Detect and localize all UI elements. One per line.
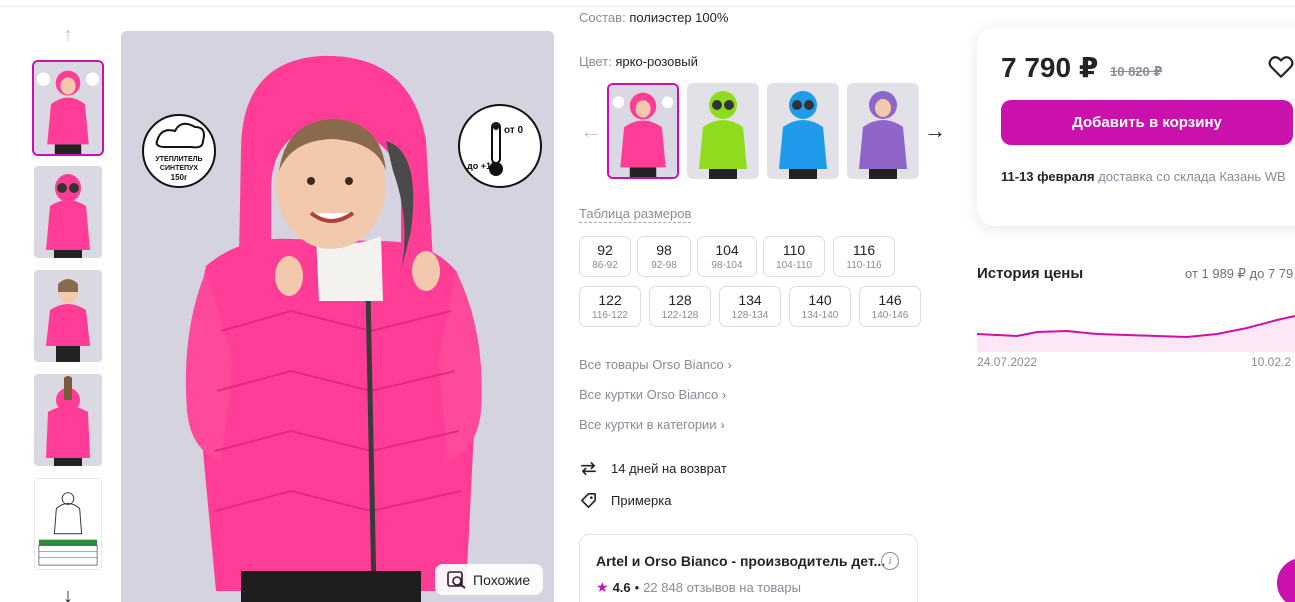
size-chip-140[interactable]: 140 134-140 bbox=[789, 286, 851, 327]
size-range: 92-98 bbox=[651, 259, 677, 271]
link-label: Все товары Orso Bianco bbox=[579, 357, 724, 372]
seller-card[interactable]: Artel и Orso Bianco - производитель дет.… bbox=[579, 534, 918, 602]
color-value: ярко-розовый bbox=[615, 54, 698, 69]
bullet-separator: • bbox=[634, 580, 640, 595]
seller-name[interactable]: Artel и Orso Bianco - производитель дет.… bbox=[596, 553, 885, 569]
tag-icon bbox=[581, 493, 596, 508]
price-history-title: История цены bbox=[977, 265, 1084, 282]
thumbnail-5[interactable] bbox=[34, 478, 102, 570]
similar-button-label: Похожие bbox=[473, 571, 531, 588]
color-label: Цвет: bbox=[579, 54, 612, 69]
return-arrows-icon bbox=[581, 461, 596, 476]
color-swatch-blue[interactable] bbox=[767, 83, 839, 179]
temperature-badge-top: от 0 bbox=[504, 125, 524, 136]
color-swatch-lime[interactable] bbox=[687, 83, 759, 179]
color-swatch-lilac[interactable] bbox=[847, 83, 919, 179]
size-value: 110 bbox=[782, 241, 806, 258]
thumbnail-2[interactable] bbox=[34, 166, 102, 258]
current-price: 7 790 ₽ bbox=[1001, 52, 1099, 83]
size-chip-134[interactable]: 134 128-134 bbox=[719, 286, 781, 327]
size-range: 98-104 bbox=[711, 259, 743, 271]
size-value: 140 bbox=[808, 291, 832, 308]
size-chip-110[interactable]: 110 104-110 bbox=[763, 236, 825, 277]
size-chip-98[interactable]: 98 92-98 bbox=[637, 236, 691, 277]
size-value: 116 bbox=[852, 241, 876, 258]
feature-fitting-label: Примерка bbox=[611, 493, 672, 508]
info-icon[interactable]: i bbox=[881, 552, 899, 570]
color-swatch-pink[interactable] bbox=[607, 83, 679, 179]
seller-review-count: 22 848 отзывов на товары bbox=[643, 580, 801, 595]
size-value: 98 bbox=[656, 241, 672, 258]
price-history-start-date: 24.07.2022 bbox=[977, 355, 1038, 369]
similar-button[interactable]: Похожие bbox=[435, 564, 543, 595]
header-divider bbox=[0, 6, 1295, 7]
size-chip-116[interactable]: 116 110-116 bbox=[833, 236, 895, 277]
size-range: 86-92 bbox=[592, 259, 618, 271]
thumbnail-1[interactable] bbox=[32, 60, 104, 156]
delivery-text: доставка со склада Казань WB bbox=[1098, 169, 1286, 184]
thumbnails-up-arrow-icon[interactable]: ↑ bbox=[55, 24, 81, 46]
color-line: Цвет: ярко-розовый bbox=[579, 54, 698, 69]
delivery-dates: 11-13 февраля bbox=[1001, 169, 1095, 184]
size-value: 104 bbox=[715, 241, 739, 258]
composition-label: Состав: bbox=[579, 10, 626, 25]
delivery-info: 11-13 февраля доставка со склада Казань … bbox=[1001, 167, 1291, 187]
size-table-link[interactable]: Таблица размеров bbox=[579, 206, 692, 223]
thumbnail-3[interactable] bbox=[34, 270, 102, 362]
heart-icon[interactable] bbox=[1268, 55, 1294, 79]
size-chip-122[interactable]: 122 116-122 bbox=[579, 286, 641, 327]
size-value: 92 bbox=[597, 241, 613, 258]
colors-next-arrow-icon[interactable]: → bbox=[922, 116, 948, 146]
price-history-end-date: 10.02.2 bbox=[1251, 355, 1292, 369]
chevron-right-icon: › bbox=[727, 358, 732, 372]
composition-line: Состав: полиэстер 100% bbox=[579, 10, 728, 25]
main-product-photo[interactable]: УТЕПЛИТЕЛЬ СИНТЕПУХ 150г от 0 до +15 bbox=[121, 31, 554, 602]
composition-value: полиэстер 100% bbox=[629, 10, 729, 25]
size-chip-146[interactable]: 146 140-146 bbox=[859, 286, 921, 327]
temperature-badge-bottom: до +15 bbox=[467, 161, 496, 171]
old-price: 10 820 ₽ bbox=[1110, 64, 1163, 79]
add-to-cart-button[interactable]: Добавить в корзину bbox=[1001, 100, 1293, 145]
insulation-badge-line3: 150г bbox=[171, 173, 188, 182]
link-all-category-jackets[interactable]: Все куртки в категории › bbox=[579, 417, 725, 432]
size-chip-104[interactable]: 104 98-104 bbox=[697, 236, 757, 277]
size-range: 134-140 bbox=[801, 309, 839, 321]
size-range: 116-122 bbox=[592, 309, 628, 321]
size-value: 122 bbox=[598, 291, 622, 308]
link-all-brand-jackets[interactable]: Все куртки Orso Bianco › bbox=[579, 387, 726, 402]
seller-rating: ★ 4.6 • 22 848 отзывов на товары bbox=[596, 579, 801, 596]
price-card: 7 790 ₽ 10 820 ₽ Добавить в корзину 11-1… bbox=[977, 27, 1295, 226]
link-label: Все куртки Orso Bianco bbox=[579, 387, 719, 402]
size-chip-92[interactable]: 92 86-92 bbox=[579, 236, 631, 277]
price-history-chart[interactable] bbox=[977, 290, 1295, 352]
insulation-badge-line2: СИНТЕПУХ bbox=[160, 165, 198, 172]
feature-return-label: 14 дней на возврат bbox=[611, 461, 727, 476]
seller-rating-value: 4.6 bbox=[612, 580, 631, 595]
size-range: 104-110 bbox=[776, 259, 812, 271]
star-icon: ★ bbox=[596, 579, 609, 595]
size-range: 122-128 bbox=[661, 309, 699, 321]
size-range: 128-134 bbox=[731, 309, 769, 321]
link-label: Все куртки в категории bbox=[579, 417, 717, 432]
feature-return: 14 дней на возврат bbox=[579, 459, 727, 478]
size-range: 140-146 bbox=[871, 309, 909, 321]
chevron-right-icon: › bbox=[720, 418, 725, 432]
size-range: 110-116 bbox=[846, 259, 882, 271]
chevron-right-icon: › bbox=[722, 388, 727, 402]
link-all-brand-products[interactable]: Все товары Orso Bianco › bbox=[579, 357, 732, 372]
similar-search-icon bbox=[447, 570, 466, 589]
size-chip-128[interactable]: 128 122-128 bbox=[649, 286, 711, 327]
price-history-range: от 1 989 ₽ до 7 79 bbox=[1185, 266, 1294, 281]
thumbnail-4[interactable] bbox=[34, 374, 102, 466]
insulation-badge-line1: УТЕПЛИТЕЛЬ bbox=[155, 156, 202, 163]
feature-fitting: Примерка bbox=[579, 491, 671, 510]
colors-prev-arrow-icon[interactable]: ← bbox=[578, 116, 604, 146]
size-value: 128 bbox=[668, 291, 692, 308]
size-value: 134 bbox=[738, 291, 762, 308]
size-value: 146 bbox=[878, 291, 902, 308]
thumbnails-down-arrow-icon[interactable]: ↓ bbox=[55, 585, 81, 602]
chat-button[interactable] bbox=[1277, 558, 1295, 602]
